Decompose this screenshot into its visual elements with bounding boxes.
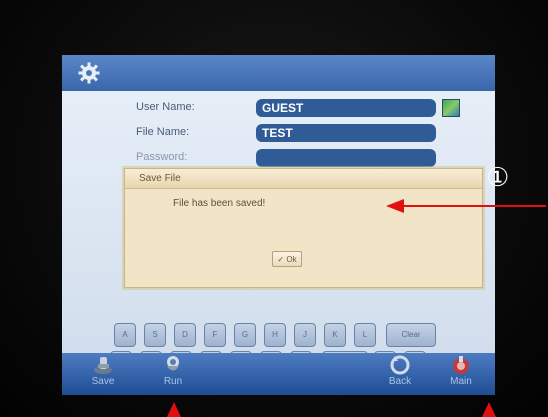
arrow-to-dialog	[386, 199, 546, 213]
arrow-to-main	[482, 402, 496, 417]
annotation-arrows	[167, 199, 546, 417]
arrow-to-run	[167, 402, 181, 417]
